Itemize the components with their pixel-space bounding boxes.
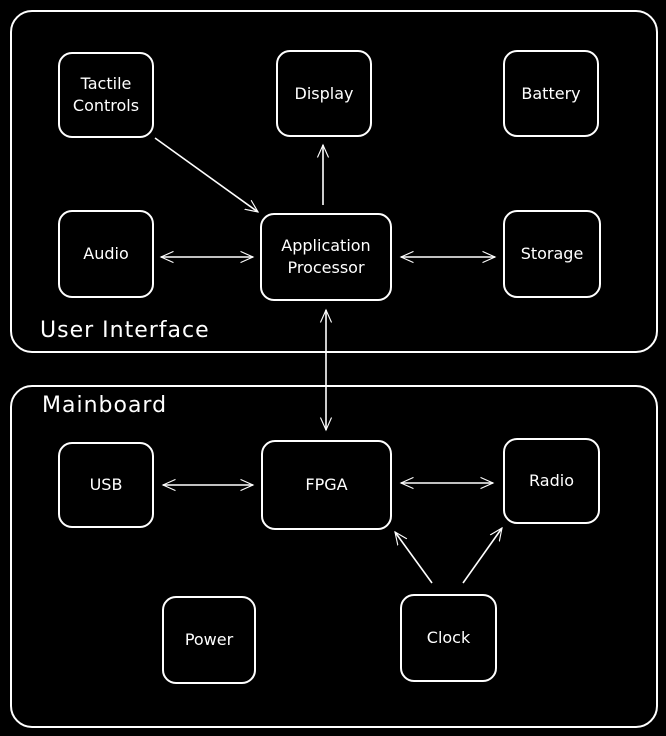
arrow-tactile-to-processor xyxy=(154,137,258,212)
arrows-layer xyxy=(154,137,666,584)
arrow-clock-to-fpga xyxy=(395,532,433,584)
arrow-clock-to-radio xyxy=(462,528,502,584)
